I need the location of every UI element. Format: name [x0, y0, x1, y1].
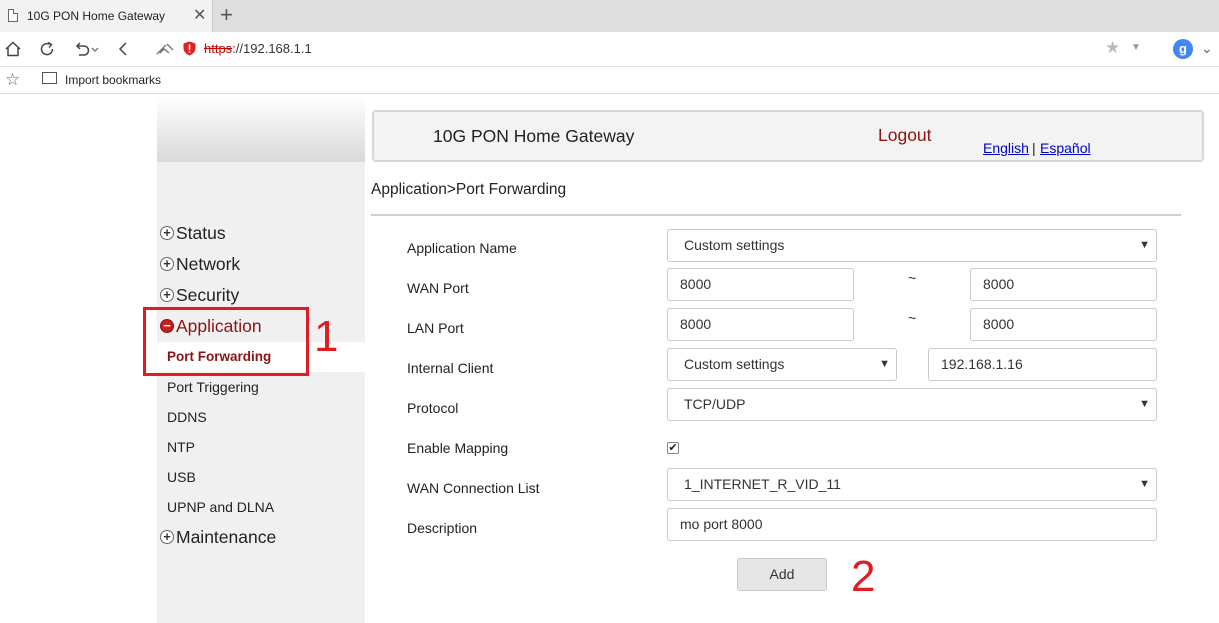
- label-wan-connection-list: WAN Connection List: [407, 480, 540, 496]
- star-outline-icon[interactable]: ☆: [5, 70, 20, 90]
- annotation-step-1: 1: [314, 312, 339, 361]
- language-separator: |: [1032, 140, 1036, 156]
- divider: [371, 214, 1181, 216]
- page-icon: [8, 9, 18, 22]
- dropdown-arrow-icon: ▼: [1139, 398, 1150, 410]
- import-icon: [42, 72, 57, 84]
- browser-tab[interactable]: 10G PON Home Gateway ✕: [0, 0, 213, 32]
- page-title: 10G PON Home Gateway: [433, 126, 635, 146]
- label-protocol: Protocol: [407, 400, 459, 416]
- range-separator: ~: [908, 270, 917, 286]
- undo-close-icon[interactable]: [72, 38, 102, 60]
- url-scheme: https: [204, 41, 233, 56]
- enable-mapping-checkbox[interactable]: ✔: [667, 442, 679, 454]
- lan-port-start-input[interactable]: 8000: [667, 308, 854, 341]
- url-host: ://192.168.1.1: [232, 41, 312, 56]
- dropdown-arrow-icon: ▼: [1139, 239, 1150, 251]
- browser-menu-chevron-icon[interactable]: ⌄: [1201, 40, 1213, 57]
- expand-plus-icon: +: [160, 257, 174, 271]
- sidebar-item-network[interactable]: + Network: [160, 254, 240, 275]
- add-button[interactable]: Add: [737, 558, 827, 591]
- browser-tab-bar: 10G PON Home Gateway ✕ +: [0, 0, 1219, 32]
- sidebar-item-security[interactable]: + Security: [160, 285, 239, 306]
- reload-icon[interactable]: [36, 38, 58, 60]
- sidebar-subitem-ddns[interactable]: DDNS: [167, 409, 207, 425]
- label-wan-port: WAN Port: [407, 280, 469, 296]
- annotation-step-2: 2: [851, 552, 876, 601]
- breadcrumb: Application>Port Forwarding: [371, 181, 567, 198]
- description-input[interactable]: mo port 8000: [667, 508, 1157, 541]
- label-lan-port: LAN Port: [407, 320, 464, 336]
- label-enable-mapping: Enable Mapping: [407, 440, 509, 456]
- home-icon[interactable]: [2, 38, 24, 60]
- url-text: https://192.168.1.1: [204, 41, 312, 56]
- new-tab-icon[interactable]: +: [220, 2, 233, 28]
- bookmark-star-icon[interactable]: ★: [1105, 38, 1120, 58]
- internal-client-select[interactable]: Custom settings ▼: [667, 348, 897, 381]
- label-description: Description: [407, 520, 478, 536]
- lan-port-end-input[interactable]: 8000: [970, 308, 1157, 341]
- wan-port-end-input[interactable]: 8000: [970, 268, 1157, 301]
- language-english-link[interactable]: English: [983, 140, 1029, 156]
- sidebar-subitem-upnp-dlna[interactable]: UPNP and DLNA: [167, 499, 274, 515]
- tab-title: 10G PON Home Gateway: [27, 9, 166, 23]
- dropdown-arrow-icon: ▼: [879, 358, 890, 370]
- label-internal-client: Internal Client: [407, 360, 494, 376]
- address-dropdown-icon[interactable]: ▼: [1131, 42, 1141, 53]
- label-application-name: Application Name: [407, 240, 517, 256]
- import-bookmarks-link[interactable]: Import bookmarks: [65, 73, 161, 87]
- sidebar-item-maintenance[interactable]: + Maintenance: [160, 527, 276, 548]
- shield-warning-icon[interactable]: [183, 41, 196, 56]
- url-field[interactable]: https://192.168.1.1: [150, 38, 1150, 60]
- application-name-select[interactable]: Custom settings ▼: [667, 229, 1157, 262]
- annotation-highlight-box: [143, 307, 309, 376]
- profile-avatar[interactable]: g: [1173, 39, 1193, 59]
- expand-plus-icon: +: [160, 288, 174, 302]
- language-spanish-link[interactable]: Español: [1040, 140, 1091, 156]
- tab-close-icon[interactable]: ✕: [193, 5, 206, 25]
- wan-port-start-input[interactable]: 8000: [667, 268, 854, 301]
- expand-plus-icon: +: [160, 530, 174, 544]
- internal-client-ip-input[interactable]: 192.168.1.16: [928, 348, 1157, 381]
- address-bar-row: https://192.168.1.1 ★ ▼ g ⌄: [0, 32, 1219, 67]
- sidebar-banner: [157, 96, 365, 162]
- security-broken-icon: [154, 41, 176, 62]
- sidebar-subitem-port-triggering[interactable]: Port Triggering: [167, 379, 259, 395]
- dropdown-arrow-icon: ▼: [1139, 478, 1150, 490]
- sidebar-subitem-usb[interactable]: USB: [167, 469, 196, 485]
- logout-link[interactable]: Logout: [878, 125, 932, 146]
- protocol-select[interactable]: TCP/UDP ▼: [667, 388, 1157, 421]
- range-separator: ~: [908, 310, 917, 326]
- wan-connection-select[interactable]: 1_INTERNET_R_VID_11 ▼: [667, 468, 1157, 501]
- back-icon[interactable]: [112, 38, 134, 60]
- sidebar-item-status[interactable]: + Status: [160, 223, 226, 244]
- expand-plus-icon: +: [160, 226, 174, 240]
- bookmarks-bar: ☆ Import bookmarks: [0, 67, 1219, 94]
- sidebar-subitem-ntp[interactable]: NTP: [167, 439, 195, 455]
